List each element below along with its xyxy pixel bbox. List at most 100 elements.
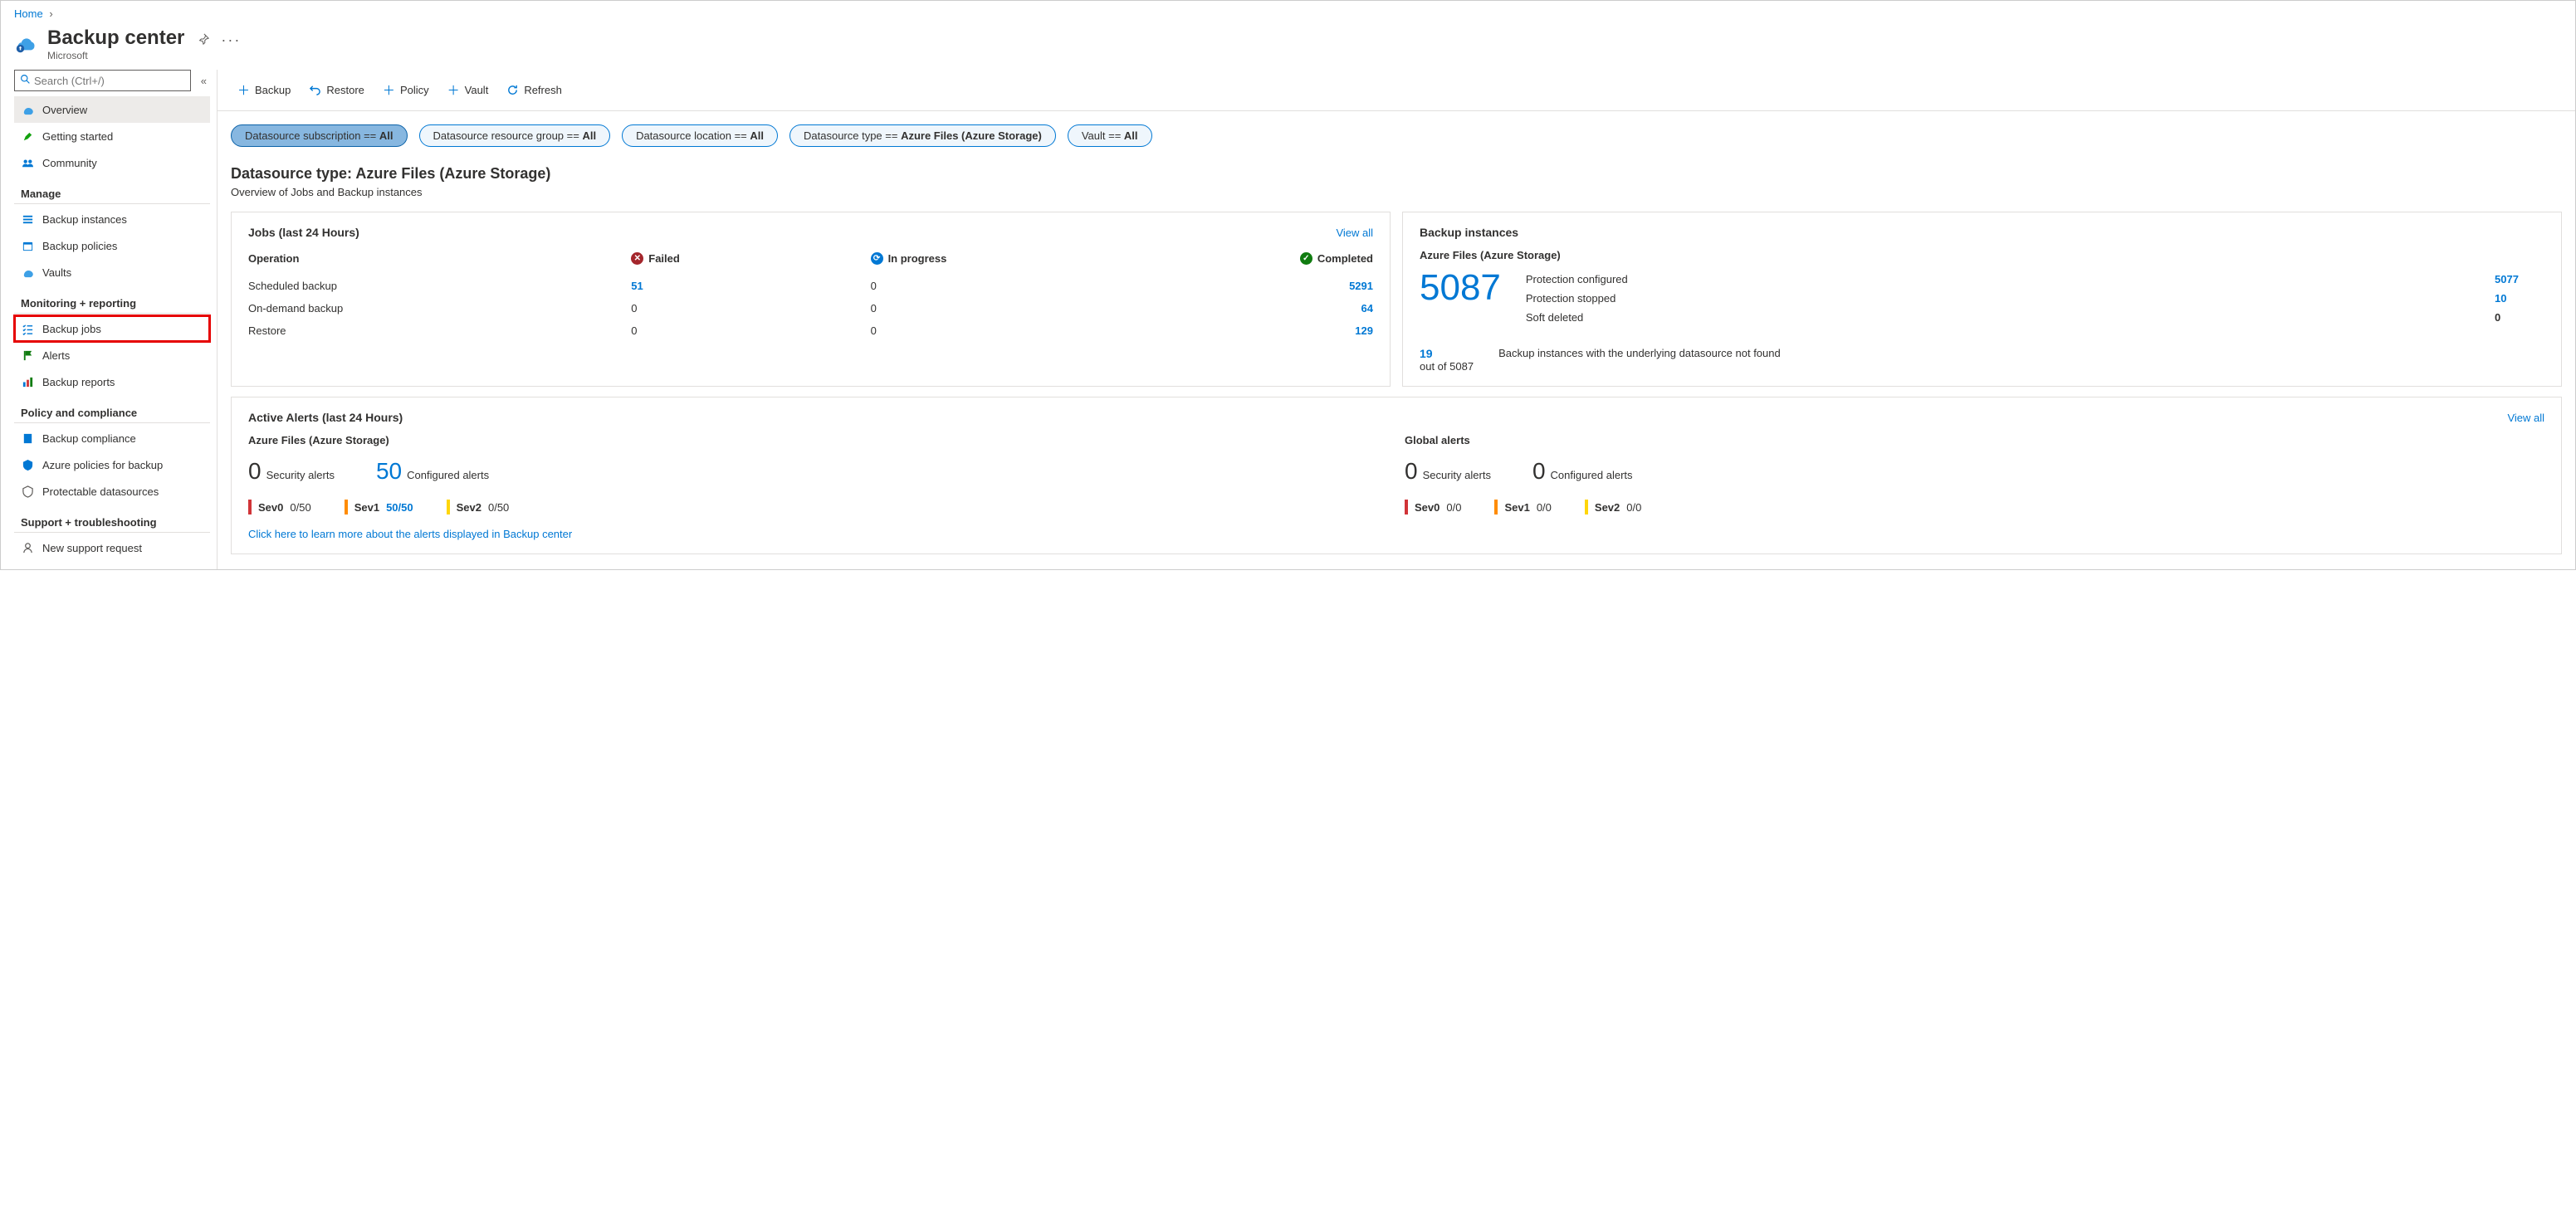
more-icon[interactable]: ··· <box>221 32 241 49</box>
sidebar-item-backup-reports[interactable]: Backup reports <box>14 368 210 395</box>
flag-icon <box>21 349 34 362</box>
sev1: Sev1 0/0 <box>1494 500 1551 514</box>
completed-count[interactable]: 64 <box>1134 302 1373 315</box>
policy-button[interactable]: ＋ Policy <box>376 78 436 102</box>
sidebar-item-vaults[interactable]: Vaults <box>14 259 210 285</box>
restore-button[interactable]: Restore <box>302 80 371 100</box>
sidebar-item-label: Backup reports <box>42 376 115 388</box>
filter-vault[interactable]: Vault == All <box>1068 124 1152 147</box>
refresh-button[interactable]: Refresh <box>500 80 569 100</box>
calendar-icon <box>21 239 34 252</box>
filter-label: Datasource type == <box>804 129 901 142</box>
filter-label: Datasource resource group == <box>433 129 583 142</box>
filter-label: Vault == <box>1082 129 1124 142</box>
sidebar-group-monitoring: Monitoring + reporting <box>14 285 210 314</box>
chart-icon <box>21 375 34 388</box>
sev-count: 0/0 <box>1626 501 1641 514</box>
stat-value[interactable]: 5077 <box>2495 273 2544 285</box>
sev-name: Sev0 <box>258 501 283 514</box>
failed-count: 0 <box>631 324 870 337</box>
security-alerts-block: 0 Security alerts <box>1405 458 1491 485</box>
alerts-learn-more-link[interactable]: Click here to learn more about the alert… <box>248 528 572 540</box>
search-input[interactable] <box>34 75 185 87</box>
alerts-card: Active Alerts (last 24 Hours) View all A… <box>231 397 2562 554</box>
not-found-text: Backup instances with the underlying dat… <box>1498 347 2544 373</box>
checklist-icon <box>21 322 34 335</box>
alert-count: 0 <box>1405 458 1418 485</box>
alerts-col-global: Global alerts 0 Security alerts 0 Config… <box>1405 434 2544 514</box>
plus-icon: ＋ <box>237 81 250 99</box>
collapse-sidebar-icon[interactable]: « <box>198 71 210 90</box>
stat-label: Protection configured <box>1526 273 1628 285</box>
policy-icon <box>21 458 34 471</box>
failed-count[interactable]: 51 <box>631 280 870 292</box>
failed-count: 0 <box>631 302 870 315</box>
jobs-card: Jobs (last 24 Hours) View all Operation … <box>231 212 1391 387</box>
list-icon <box>21 212 34 226</box>
breadcrumb-home[interactable]: Home <box>14 7 43 20</box>
sidebar-item-backup-jobs[interactable]: Backup jobs <box>14 315 210 342</box>
sev0: Sev0 0/0 <box>1405 500 1461 514</box>
sidebar-item-azure-policies[interactable]: Azure policies for backup <box>14 451 210 478</box>
not-found-sub: out of 5087 <box>1420 360 1474 373</box>
sev-count: 0/0 <box>1537 501 1552 514</box>
sev-count: 0/50 <box>488 501 509 514</box>
alert-count[interactable]: 50 <box>376 458 402 485</box>
backup-button[interactable]: ＋ Backup <box>231 78 297 102</box>
completed-count[interactable]: 5291 <box>1134 280 1373 292</box>
pin-icon[interactable] <box>198 33 209 47</box>
sidebar-item-overview[interactable]: Overview <box>14 96 210 123</box>
sidebar-item-label: Backup policies <box>42 240 117 252</box>
sidebar-item-getting-started[interactable]: Getting started <box>14 123 210 149</box>
security-alerts-block: 0 Security alerts <box>248 458 335 485</box>
sidebar-item-community[interactable]: Community <box>14 149 210 176</box>
alert-label: Security alerts <box>266 469 335 481</box>
sidebar-item-label: Backup instances <box>42 213 127 226</box>
instances-total[interactable]: 5087 <box>1420 270 1501 306</box>
filter-datasource-type[interactable]: Datasource type == Azure Files (Azure St… <box>789 124 1056 147</box>
sidebar-item-backup-instances[interactable]: Backup instances <box>14 206 210 232</box>
sidebar-item-backup-compliance[interactable]: Backup compliance <box>14 425 210 451</box>
sev-name: Sev1 <box>1504 501 1529 514</box>
completed-count[interactable]: 129 <box>1134 324 1373 337</box>
filter-location[interactable]: Datasource location == All <box>622 124 778 147</box>
stat-row: Protection configured 5077 <box>1526 270 2544 289</box>
filter-resource-group[interactable]: Datasource resource group == All <box>419 124 611 147</box>
completed-icon: ✓ <box>1300 252 1312 265</box>
sidebar-item-backup-policies[interactable]: Backup policies <box>14 232 210 259</box>
instances-subtitle: Azure Files (Azure Storage) <box>1420 249 2544 261</box>
plus-icon: ＋ <box>447 81 460 99</box>
stat-value[interactable]: 10 <box>2495 292 2544 305</box>
filter-subscription[interactable]: Datasource subscription == All <box>231 124 408 147</box>
jobs-row: Scheduled backup 51 0 5291 <box>248 275 1373 297</box>
sev2: Sev2 0/0 <box>1585 500 1641 514</box>
not-found-count[interactable]: 19 <box>1420 347 1474 360</box>
toolbar: ＋ Backup Restore ＋ Policy ＋ Vault <box>218 70 2575 111</box>
rocket-icon <box>21 129 34 143</box>
stat-row: Soft deleted 0 <box>1526 308 2544 327</box>
vault-button[interactable]: ＋ Vault <box>441 78 496 102</box>
op-name: Scheduled backup <box>248 280 631 292</box>
col-completed: ✓ Completed <box>1134 252 1373 265</box>
sidebar-group-manage: Manage <box>14 176 210 204</box>
stat-row: Protection stopped 10 <box>1526 289 2544 308</box>
op-name: On-demand backup <box>248 302 631 315</box>
sidebar-item-label: Protectable datasources <box>42 485 159 498</box>
alerts-col-heading: Global alerts <box>1405 434 2544 446</box>
sidebar-item-label: Community <box>42 157 97 169</box>
alerts-view-all[interactable]: View all <box>2507 412 2544 424</box>
sidebar-item-protectable-datasources[interactable]: Protectable datasources <box>14 478 210 505</box>
sev1: Sev1 50/50 <box>345 500 413 514</box>
sev-name: Sev0 <box>1415 501 1440 514</box>
filter-value: Azure Files (Azure Storage) <box>901 129 1042 142</box>
sidebar-search[interactable] <box>14 70 191 91</box>
sev-bar-icon <box>1585 500 1588 514</box>
sidebar: « Overview Getting started Community Man… <box>1 70 217 569</box>
sidebar-item-alerts[interactable]: Alerts <box>14 342 210 368</box>
toolbar-label: Backup <box>255 84 291 96</box>
sidebar-item-new-support-request[interactable]: New support request <box>14 534 210 561</box>
sev-count[interactable]: 50/50 <box>386 501 413 514</box>
sev-bar-icon <box>447 500 450 514</box>
filter-pills: Datasource subscription == All Datasourc… <box>218 111 2575 150</box>
jobs-view-all[interactable]: View all <box>1336 227 1373 239</box>
